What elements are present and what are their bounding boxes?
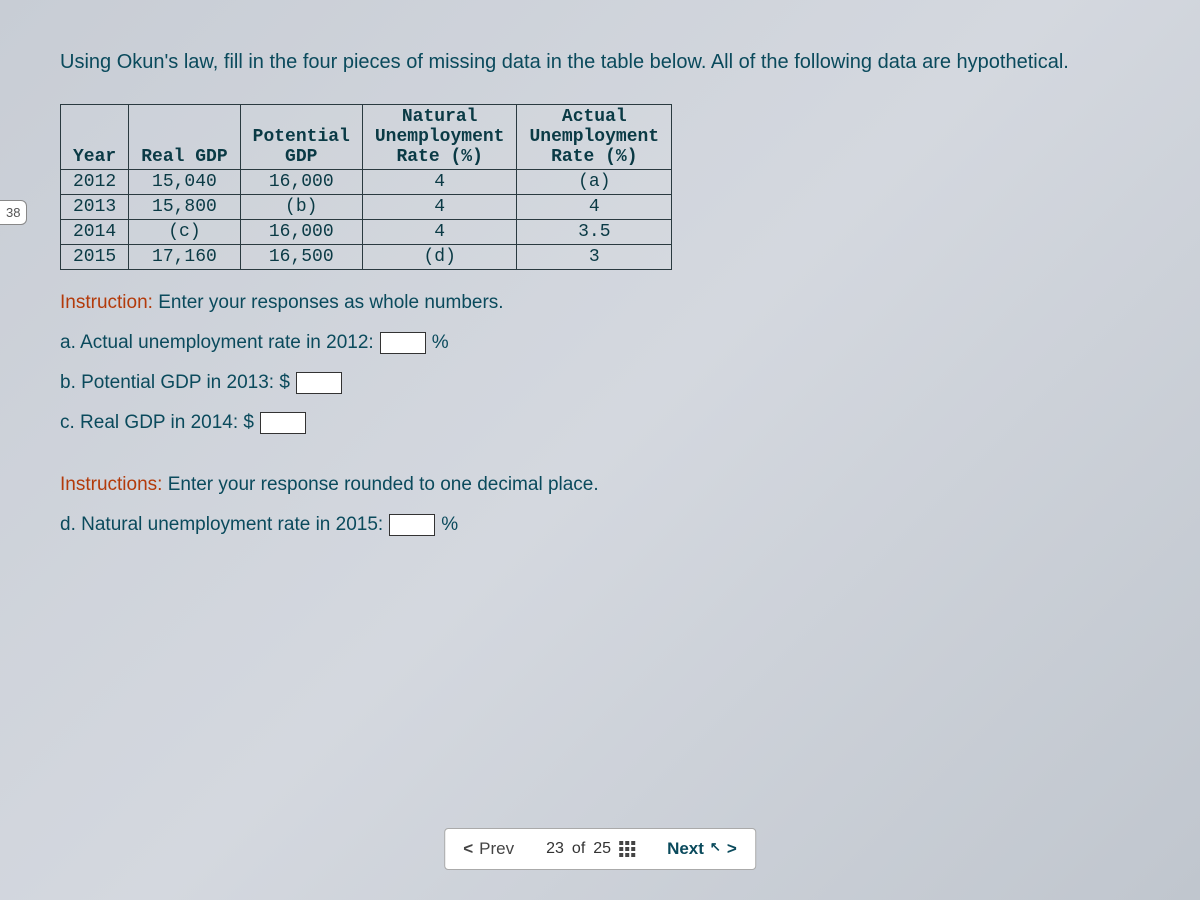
cell-potential-gdp: (b): [240, 195, 362, 220]
table-header-row: Year Real GDP PotentialGDP NaturalUnempl…: [61, 105, 672, 170]
instruction-text: Enter your response rounded to one decim…: [162, 474, 598, 495]
instruction-label: Instructions:: [60, 474, 162, 495]
prev-button[interactable]: < Prev: [463, 839, 514, 859]
header-real-gdp: Real GDP: [129, 105, 240, 170]
question-a-suffix: %: [432, 332, 449, 354]
cell-real-gdp: 15,040: [129, 170, 240, 195]
chevron-left-icon: <: [463, 839, 473, 859]
instruction-2: Instructions: Enter your response rounde…: [60, 474, 1160, 496]
prev-label: Prev: [479, 839, 514, 859]
table-row: 2012 15,040 16,000 4 (a): [61, 170, 672, 195]
question-a: a. Actual unemployment rate in 2012: %: [60, 332, 1160, 354]
cell-actual-unemp: 3.5: [517, 220, 672, 245]
cell-real-gdp: (c): [129, 220, 240, 245]
question-d-suffix: %: [441, 514, 458, 536]
cell-natural-unemp: (d): [362, 245, 517, 270]
table-row: 2015 17,160 16,500 (d) 3: [61, 245, 672, 270]
cell-natural-unemp: 4: [362, 220, 517, 245]
question-c-text: c. Real GDP in 2014: $: [60, 412, 254, 434]
table-row: 2014 (c) 16,000 4 3.5: [61, 220, 672, 245]
next-button[interactable]: Next ↖ >: [667, 839, 737, 859]
instruction-1: Instruction: Enter your responses as who…: [60, 292, 1160, 314]
cell-real-gdp: 15,800: [129, 195, 240, 220]
cursor-icon: ↖: [710, 839, 721, 855]
table-row: 2013 15,800 (b) 4 4: [61, 195, 672, 220]
pager: 23 of 25: [546, 840, 635, 858]
header-actual-unemp: ActualUnemploymentRate (%): [517, 105, 672, 170]
next-label: Next: [667, 839, 704, 859]
cell-potential-gdp: 16,500: [240, 245, 362, 270]
question-content: Using Okun's law, fill in the four piece…: [60, 48, 1160, 536]
answer-input-c[interactable]: [260, 412, 306, 434]
cell-potential-gdp: 16,000: [240, 170, 362, 195]
cell-actual-unemp: 3: [517, 245, 672, 270]
pager-of: of: [572, 840, 585, 858]
answer-input-d[interactable]: [389, 514, 435, 536]
pager-total: 25: [593, 840, 611, 858]
chevron-right-icon: >: [727, 839, 737, 859]
page-number-badge: 38: [0, 200, 27, 225]
cell-potential-gdp: 16,000: [240, 220, 362, 245]
question-d: d. Natural unemployment rate in 2015: %: [60, 514, 1160, 536]
cell-year: 2015: [61, 245, 129, 270]
question-c: c. Real GDP in 2014: $: [60, 412, 1160, 434]
instruction-label: Instruction:: [60, 292, 153, 313]
cell-natural-unemp: 4: [362, 170, 517, 195]
cell-year: 2013: [61, 195, 129, 220]
cell-real-gdp: 17,160: [129, 245, 240, 270]
question-title: Using Okun's law, fill in the four piece…: [60, 48, 1160, 76]
question-a-text: a. Actual unemployment rate in 2012:: [60, 332, 374, 354]
grid-icon[interactable]: [619, 841, 635, 857]
answer-input-b[interactable]: [296, 372, 342, 394]
question-b: b. Potential GDP in 2013: $: [60, 372, 1160, 394]
question-b-text: b. Potential GDP in 2013: $: [60, 372, 290, 394]
instruction-text: Enter your responses as whole numbers.: [153, 292, 504, 313]
cell-actual-unemp: 4: [517, 195, 672, 220]
cell-year: 2012: [61, 170, 129, 195]
cell-actual-unemp: (a): [517, 170, 672, 195]
question-d-text: d. Natural unemployment rate in 2015:: [60, 514, 383, 536]
header-natural-unemp: NaturalUnemploymentRate (%): [362, 105, 517, 170]
cell-natural-unemp: 4: [362, 195, 517, 220]
pager-current: 23: [546, 840, 564, 858]
cell-year: 2014: [61, 220, 129, 245]
header-year: Year: [61, 105, 129, 170]
footer-navigation: < Prev 23 of 25 Next ↖ >: [444, 828, 756, 870]
header-potential-gdp: PotentialGDP: [240, 105, 362, 170]
answer-input-a[interactable]: [380, 332, 426, 354]
data-table: Year Real GDP PotentialGDP NaturalUnempl…: [60, 104, 672, 270]
